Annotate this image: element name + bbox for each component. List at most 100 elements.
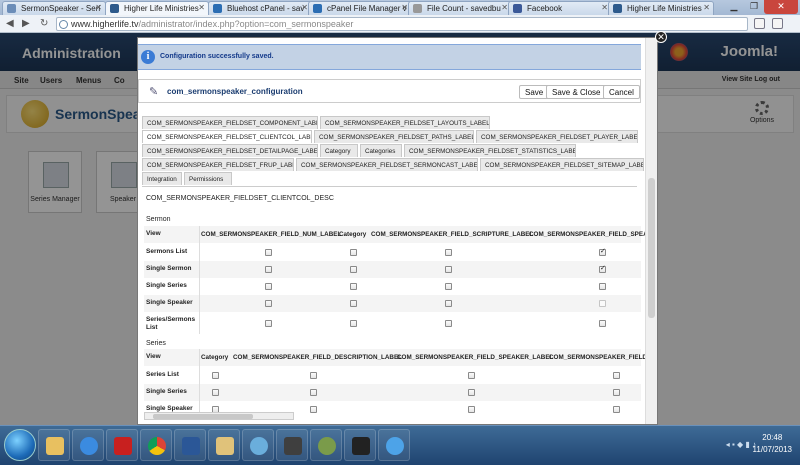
- checkbox[interactable]: [310, 406, 317, 413]
- tab-frup[interactable]: COM_SERMONSPEAKER_FIELDSET_FRUP_LABEL: [142, 158, 294, 171]
- maximize-icon[interactable]: ❐: [744, 0, 764, 14]
- browser-tab-higherlife-active[interactable]: Higher Life Ministries ✕: [105, 1, 209, 15]
- tab-integration[interactable]: Integration: [142, 172, 182, 185]
- checkbox[interactable]: [613, 406, 620, 413]
- browser-tab-sermonspeaker[interactable]: SermonSpeaker - Seri ✕: [2, 1, 106, 15]
- checkbox[interactable]: [212, 372, 219, 379]
- tab-component[interactable]: COM_SERMONSPEAKER_FIELDSET_COMPONENT_LAB…: [142, 116, 318, 129]
- sermon-row: Single Sermon: [144, 261, 641, 278]
- tab-statistics[interactable]: COM_SERMONSPEAKER_FIELDSET_STATISTICS_LA…: [404, 144, 576, 157]
- col-num-label: COM_SERMONSPEAKER_FIELD_NUM_LABEL: [201, 231, 342, 238]
- save-close-button[interactable]: Save & Close: [546, 85, 607, 99]
- checkbox-checked[interactable]: [599, 264, 606, 273]
- checkbox[interactable]: [310, 372, 317, 379]
- checkbox[interactable]: [350, 283, 357, 290]
- taskbar-flash[interactable]: [106, 429, 138, 461]
- taskbar-explorer[interactable]: [38, 429, 70, 461]
- checkbox[interactable]: [468, 406, 475, 413]
- browser-tab-bluehost[interactable]: Bluehost cPanel - sav ✕: [208, 1, 312, 15]
- tab-player[interactable]: COM_SERMONSPEAKER_FIELDSET_PLAYER_LABEL: [476, 130, 638, 143]
- checkbox[interactable]: [265, 266, 272, 273]
- back-icon[interactable]: ◀: [6, 18, 14, 29]
- address-bar-row: ◀ ▶ ↻ www.higherlife.tv/administrator/in…: [0, 15, 800, 33]
- tab-categories[interactable]: Categories: [360, 144, 402, 157]
- tab-close-icon[interactable]: ✕: [601, 3, 608, 12]
- tab-favicon-icon: [213, 4, 222, 13]
- checkbox[interactable]: [468, 389, 475, 396]
- app-icon: [352, 437, 370, 455]
- checkbox[interactable]: [350, 320, 357, 327]
- cancel-button[interactable]: Cancel: [603, 85, 640, 99]
- app-icon: [250, 437, 268, 455]
- tab-permissions[interactable]: Permissions: [184, 172, 232, 185]
- checkbox[interactable]: [445, 266, 452, 273]
- taskbar-app[interactable]: [378, 429, 410, 461]
- sermon-row: Series/Sermons List: [144, 312, 641, 334]
- app-icon: [284, 437, 302, 455]
- checkbox[interactable]: [613, 389, 620, 396]
- checkbox[interactable]: [599, 320, 606, 327]
- taskbar-app[interactable]: [310, 429, 342, 461]
- taskbar-app[interactable]: [344, 429, 376, 461]
- tab-layouts[interactable]: COM_SERMONSPEAKER_FIELDSET_LAYOUTS_LABEL: [320, 116, 490, 129]
- tab-detailpage[interactable]: COM_SERMONSPEAKER_FIELDSET_DETAILPAGE_LA…: [142, 144, 318, 157]
- checkbox[interactable]: [265, 300, 272, 307]
- taskbar-ie[interactable]: [72, 429, 104, 461]
- browser-tab-higherlife[interactable]: Higher Life Ministries ✕: [608, 1, 714, 15]
- wrench-icon[interactable]: [772, 18, 783, 29]
- vertical-scrollbar[interactable]: [645, 38, 657, 424]
- forward-icon[interactable]: ▶: [22, 18, 30, 29]
- checkbox[interactable]: [613, 372, 620, 379]
- row-label: Single Series: [146, 282, 187, 289]
- start-button[interactable]: [4, 429, 36, 461]
- tab-close-icon[interactable]: ✕: [703, 3, 710, 12]
- clock[interactable]: 20:48 11/07/2013: [753, 432, 792, 456]
- bookmark-star-icon[interactable]: [754, 18, 765, 29]
- checkbox[interactable]: [468, 372, 475, 379]
- tab-paths[interactable]: COM_SERMONSPEAKER_FIELDSET_PATHS_LABEL: [314, 130, 474, 143]
- window-close-icon[interactable]: ✕: [764, 0, 798, 14]
- tab-sitemap[interactable]: COM_SERMONSPEAKER_FIELDSET_SITEMAP_LABEL: [480, 158, 644, 171]
- fieldset-description: COM_SERMONSPEAKER_FIELDSET_CLIENTCOL_DES…: [146, 195, 334, 202]
- browser-tab-file-count[interactable]: File Count - savedbu ✕: [408, 1, 512, 15]
- checkbox[interactable]: [265, 249, 272, 256]
- url-field[interactable]: www.higherlife.tv/administrator/index.ph…: [56, 17, 748, 31]
- tab-sermoncast[interactable]: COM_SERMONSPEAKER_FIELDSET_SERMONCAST_LA…: [296, 158, 478, 171]
- checkbox[interactable]: [445, 249, 452, 256]
- checkbox[interactable]: [445, 320, 452, 327]
- browser-tab-facebook[interactable]: Facebook ✕: [508, 1, 612, 15]
- modal-close-icon[interactable]: ✕: [655, 31, 667, 43]
- checkbox[interactable]: [350, 249, 357, 256]
- save-button[interactable]: Save: [519, 85, 550, 99]
- taskbar-chrome[interactable]: [140, 429, 172, 461]
- checkbox[interactable]: [265, 283, 272, 290]
- horizontal-scrollbar[interactable]: [144, 412, 294, 420]
- checkbox-checked[interactable]: [599, 247, 606, 256]
- system-tray[interactable]: ◂ ▪ ◆ ▮ ♪: [726, 440, 756, 449]
- taskbar-app[interactable]: [242, 429, 274, 461]
- tab-category[interactable]: Category: [320, 144, 358, 157]
- checkbox[interactable]: [445, 283, 452, 290]
- checkbox[interactable]: [445, 300, 452, 307]
- taskbar-explorer-2[interactable]: [208, 429, 240, 461]
- app-icon: [318, 437, 336, 455]
- tab-clientcol[interactable]: COM_SERMONSPEAKER_FIELDSET_CLIENTCOL_LAB…: [142, 130, 312, 143]
- scroll-thumb[interactable]: [648, 178, 655, 318]
- reload-icon[interactable]: ↻: [40, 18, 48, 29]
- checkbox[interactable]: [350, 266, 357, 273]
- tab-close-icon[interactable]: ✕: [301, 3, 308, 12]
- checkbox[interactable]: [265, 320, 272, 327]
- checkbox[interactable]: [310, 389, 317, 396]
- tab-close-icon[interactable]: ✕: [95, 3, 102, 12]
- checkbox[interactable]: [599, 283, 606, 290]
- taskbar-word[interactable]: [174, 429, 206, 461]
- checkbox[interactable]: [212, 389, 219, 396]
- tab-close-icon[interactable]: ✕: [401, 3, 408, 12]
- taskbar-app[interactable]: [276, 429, 308, 461]
- tab-close-icon[interactable]: ✕: [198, 3, 205, 12]
- minimize-icon[interactable]: ▁: [724, 0, 744, 14]
- browser-tab-cpanel-file-manager[interactable]: cPanel File Manager v ✕: [308, 1, 412, 15]
- scroll-thumb[interactable]: [153, 414, 253, 419]
- tab-close-icon[interactable]: ✕: [501, 3, 508, 12]
- checkbox[interactable]: [350, 300, 357, 307]
